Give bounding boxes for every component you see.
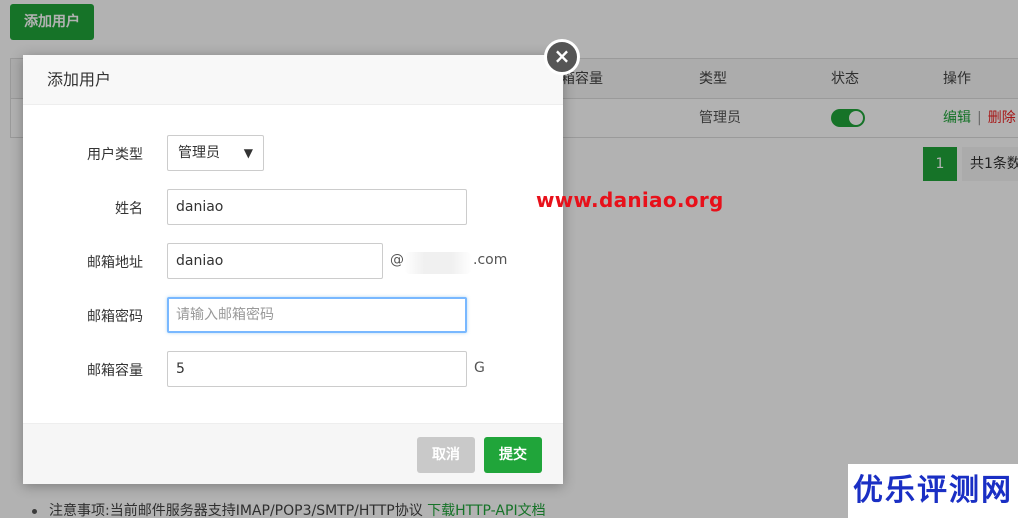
password-label: 邮箱密码 [87, 309, 143, 325]
user-type-label: 用户类型 [87, 147, 143, 163]
watermark-url: www.daniao.org [536, 188, 724, 212]
watermark-brand-logo: 优乐评测网 [848, 464, 1018, 518]
dialog-header: 添加用户 [23, 55, 563, 105]
email-at-sign: @ [390, 252, 404, 268]
user-type-value: 管理员 [178, 145, 220, 161]
password-placeholder: 请输入邮箱密码 [176, 307, 274, 323]
add-user-dialog: 添加用户 × 用户类型 管理员 ▼ 姓名 daniao 邮箱地址 daniao … [23, 39, 580, 484]
quota-input[interactable]: 5 [167, 351, 467, 387]
redacted-domain [404, 252, 472, 274]
dialog-footer: 取消 提交 [23, 423, 563, 484]
name-label: 姓名 [115, 201, 143, 217]
email-domain-suffix: .com [473, 252, 508, 268]
quota-unit: G [474, 360, 485, 376]
name-input[interactable]: daniao [167, 189, 467, 225]
close-icon[interactable]: × [544, 39, 580, 75]
email-input[interactable]: daniao [167, 243, 383, 279]
user-type-select[interactable]: 管理员 ▼ [167, 135, 264, 171]
dialog-title: 添加用户 [47, 70, 112, 89]
submit-button[interactable]: 提交 [484, 437, 542, 473]
quota-label: 邮箱容量 [87, 363, 143, 379]
dropdown-caret-icon: ▼ [243, 146, 253, 160]
cancel-button[interactable]: 取消 [417, 437, 475, 473]
email-label: 邮箱地址 [87, 255, 143, 271]
password-input[interactable]: 请输入邮箱密码 [167, 297, 467, 333]
